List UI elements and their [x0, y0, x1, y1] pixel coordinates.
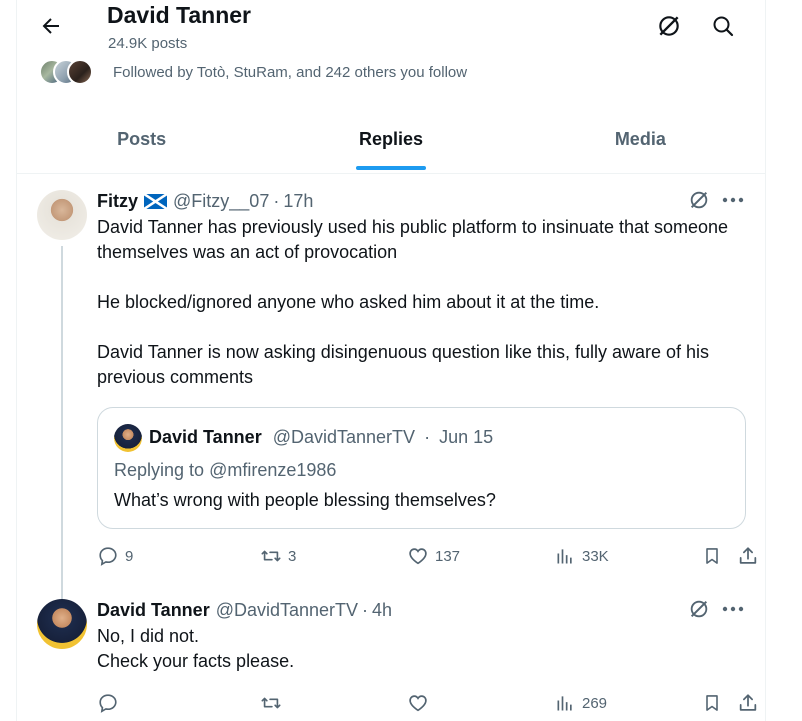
tweet-header: David Tanner @DavidTannerTV · 4h — [97, 599, 392, 621]
followed-by-row[interactable]: Followed by Totò, StuRam, and 242 others… — [39, 57, 467, 87]
tweet-time[interactable]: 4h — [372, 600, 392, 621]
like-button[interactable] — [405, 688, 431, 718]
tab-posts[interactable]: Posts — [17, 108, 266, 173]
like-button[interactable]: 137 — [405, 541, 460, 571]
grok-icon[interactable] — [687, 597, 711, 621]
reply-button[interactable]: 9 — [95, 541, 133, 571]
views-button[interactable]: 269 — [552, 688, 607, 718]
bookmark-button[interactable] — [699, 688, 725, 718]
repost-icon — [258, 543, 284, 569]
share-button[interactable] — [735, 688, 761, 718]
tab-label: Replies — [358, 129, 423, 149]
tweet-paragraph: David Tanner is now asking disingenuous … — [97, 342, 710, 387]
search-icon[interactable] — [707, 10, 739, 42]
replying-to-prefix: Replying to — [114, 460, 205, 480]
views-chart-icon — [552, 543, 578, 569]
avatar — [114, 424, 142, 452]
avatar[interactable] — [37, 190, 87, 240]
separator-dot: · — [424, 427, 431, 447]
more-options-icon[interactable] — [720, 188, 746, 212]
bookmark-icon — [699, 690, 725, 716]
scotland-flag-icon — [144, 193, 168, 209]
quote-header: David Tanner @DavidTannerTV · Jun 15 — [149, 427, 493, 448]
views-count: 33K — [582, 547, 609, 565]
tweet-paragraph: David Tanner has previously used his pub… — [97, 217, 729, 262]
replying-to-mention[interactable]: @mfirenze1986 — [209, 460, 336, 480]
quote-author-name: David Tanner — [149, 427, 262, 447]
replying-to: Replying to @mfirenze1986 — [114, 460, 336, 481]
author-handle[interactable]: @Fitzy__07 — [173, 191, 269, 212]
followed-by-text[interactable]: Followed by Totò, StuRam, and 242 others… — [113, 64, 467, 81]
tweet[interactable]: David Tanner @DavidTannerTV · 4h No, I d… — [17, 599, 765, 721]
repost-button[interactable] — [258, 688, 284, 718]
tab-replies[interactable]: Replies — [266, 108, 515, 173]
tab-label: Posts — [117, 129, 167, 149]
tweet-actions: 269 — [95, 688, 757, 718]
tweet-paragraph: He blocked/ignored anyone who asked him … — [97, 292, 600, 312]
quote-author-handle: @DavidTannerTV — [272, 427, 416, 447]
tweet-time[interactable]: 17h — [283, 191, 313, 212]
reply-icon — [95, 543, 121, 569]
repost-icon — [258, 690, 284, 716]
tweet-header: Fitzy @Fitzy__07 · 17h — [97, 190, 313, 212]
tab-media[interactable]: Media — [516, 108, 765, 173]
timeline-column: David Tanner 24.9K posts Followed by Tot… — [16, 0, 766, 721]
bookmark-button[interactable] — [699, 541, 725, 571]
reply-count: 9 — [125, 547, 134, 565]
avatar — [67, 59, 93, 85]
author-name[interactable]: David Tanner — [97, 600, 210, 621]
grok-icon[interactable] — [653, 10, 685, 42]
tweet[interactable]: Fitzy @Fitzy__07 · 17h David Tanner has … — [17, 188, 765, 616]
quote-time: Jun 15 — [439, 427, 494, 447]
avatar[interactable] — [37, 599, 87, 649]
thread-line — [61, 246, 63, 616]
heart-icon — [405, 690, 431, 716]
grok-icon[interactable] — [687, 188, 711, 212]
share-icon — [735, 690, 761, 716]
tweet-line: Check your facts please. — [97, 651, 295, 671]
views-button[interactable]: 33K — [552, 541, 609, 571]
post-count: 24.9K posts — [108, 35, 188, 52]
author-handle[interactable]: @DavidTannerTV — [216, 600, 358, 621]
share-button[interactable] — [735, 541, 761, 571]
reply-icon — [95, 690, 121, 716]
profile-name: David Tanner — [107, 2, 251, 28]
tweet-line: No, I did not. — [97, 626, 200, 646]
quoted-tweet[interactable]: David Tanner @DavidTannerTV · Jun 15 Rep… — [97, 407, 746, 529]
tweet-actions: 9 3 137 33K — [95, 541, 757, 571]
repost-count: 3 — [288, 547, 297, 565]
quote-text: What’s wrong with people blessing themse… — [114, 490, 496, 510]
tweet-text: No, I did not. Check your facts please. — [97, 624, 737, 674]
more-options-icon[interactable] — [720, 597, 746, 621]
profile-tabs: Posts Replies Media — [17, 108, 765, 174]
back-arrow-icon[interactable] — [35, 10, 67, 42]
follower-avatars — [39, 58, 101, 86]
heart-icon — [405, 543, 431, 569]
tweet-text: David Tanner has previously used his pub… — [97, 215, 737, 390]
separator-dot: · — [273, 190, 280, 211]
views-chart-icon — [552, 690, 578, 716]
tab-label: Media — [614, 129, 666, 149]
bookmark-icon — [699, 543, 725, 569]
like-count: 137 — [435, 547, 461, 565]
reply-button[interactable] — [95, 688, 121, 718]
separator-dot: · — [362, 599, 369, 620]
author-name[interactable]: Fitzy — [97, 191, 138, 212]
active-tab-indicator — [355, 166, 426, 170]
repost-button[interactable]: 3 — [258, 541, 296, 571]
views-count: 269 — [582, 694, 608, 712]
share-icon — [735, 543, 761, 569]
